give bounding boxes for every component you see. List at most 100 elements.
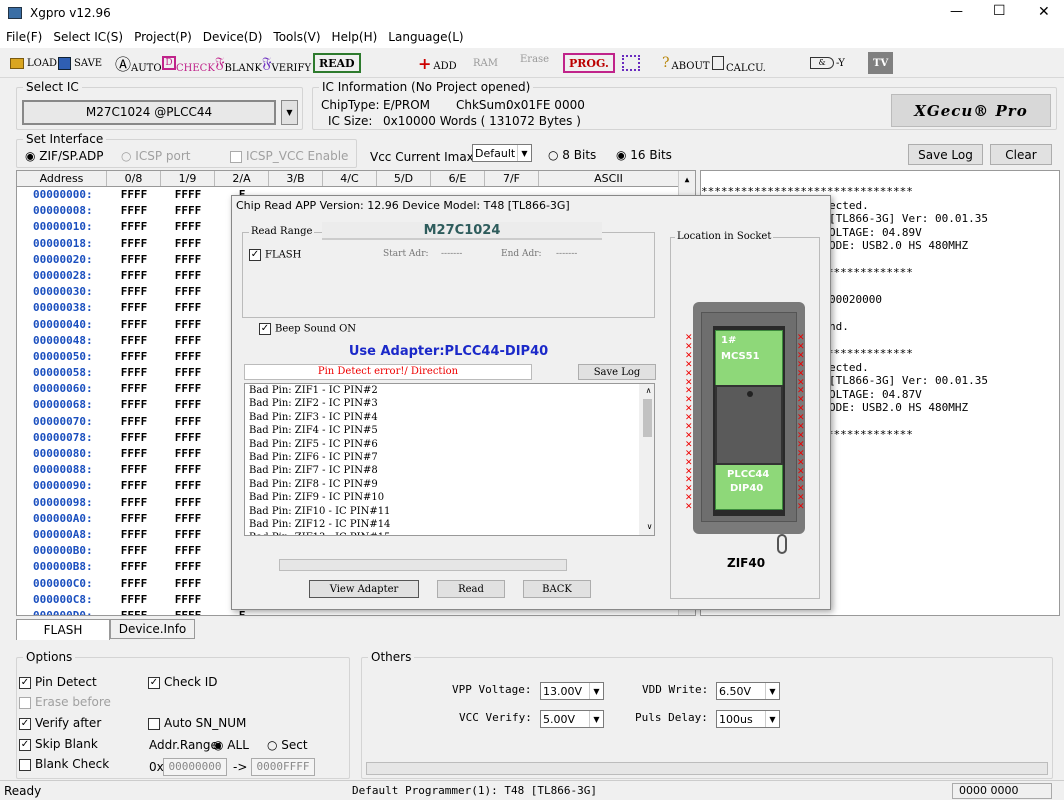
addr-to-input[interactable]: 0000FFFF [251,758,315,776]
data-cell[interactable]: FFFF [107,219,161,235]
save-button[interactable]: SAVE [58,52,102,74]
data-cell[interactable]: FFFF [161,381,215,397]
data-cell[interactable]: FFFF [161,333,215,349]
data-cell[interactable]: FFFF [107,284,161,300]
tab-flash[interactable]: FLASH [16,619,110,640]
select-ic-dropdown-icon[interactable]: ▼ [281,100,298,125]
data-cell[interactable]: FFFF [107,592,161,608]
calcu-button[interactable]: CALCU. [712,52,766,74]
data-cell[interactable]: FFFF [161,478,215,494]
data-cell[interactable]: FFFF [107,462,161,478]
verify-button[interactable]: 𝔉 VERIFY [262,52,311,74]
close-button[interactable]: ✕ [1038,4,1050,20]
data-cell[interactable]: FFFF [107,543,161,559]
beep-checkbox[interactable]: ✓ Beep Sound ON [259,323,356,335]
vdd-write-select[interactable]: 6.50V ▼ [716,682,780,700]
vcc-current-select[interactable]: Default ▼ [472,144,532,162]
data-cell[interactable]: FFFF [107,527,161,543]
data-cell[interactable]: FFFF [161,446,215,462]
back-button[interactable]: BACK [523,580,591,598]
data-cell[interactable]: FFFF [161,576,215,592]
addr-from-input[interactable]: 00000000 [163,758,227,776]
scroll-thumb[interactable] [643,399,652,438]
scroll-down-icon[interactable]: ∨ [641,520,654,533]
tab-device-info[interactable]: Device.Info [110,619,195,639]
data-cell[interactable]: FFFF [107,414,161,430]
data-cell[interactable]: FFFF [161,203,215,219]
data-cell[interactable]: FFFF [161,236,215,252]
data-cell[interactable]: FFFF [161,462,215,478]
maximize-button[interactable]: ☐ [993,3,1006,19]
pin-list-scrollbar[interactable]: ∧ ∨ [639,384,654,535]
data-cell[interactable]: FFFF [107,349,161,365]
pin-detect-checkbox[interactable]: ✓ Pin Detect [19,675,97,689]
data-cell[interactable]: FFFF [161,187,215,203]
view-adapter-button[interactable]: View Adapter [309,580,419,598]
puls-delay-select[interactable]: 100us ▼ [716,710,780,728]
dialog-save-log-button[interactable]: Save Log [578,364,656,380]
menu-help[interactable]: Help(H) [326,28,383,44]
data-cell[interactable]: FFFF [161,300,215,316]
save-log-button[interactable]: Save Log [908,144,983,165]
ram-button[interactable]: RAM [473,52,498,74]
menu-select-ic[interactable]: Select IC(S) [47,28,128,44]
8-bits-radio[interactable]: ○ 8 Bits [548,148,596,162]
menu-file[interactable]: File(F) [0,28,47,44]
data-cell[interactable]: FFFF [107,381,161,397]
menu-tools[interactable]: Tools(V) [267,28,325,44]
data-cell[interactable]: FFFF [107,365,161,381]
bad-pin-list[interactable]: Bad Pin: ZIF1 - IC PIN#2 Bad Pin: ZIF2 - … [244,383,655,536]
data-cell[interactable]: FFFF [107,576,161,592]
data-cell[interactable]: FFFF [107,608,161,615]
data-cell[interactable]: FFFF [161,252,215,268]
erase-before-checkbox[interactable]: Erase before [19,695,111,709]
data-cell[interactable]: FFFF [107,511,161,527]
data-cell[interactable]: FFFF [161,317,215,333]
flash-checkbox[interactable]: ✓ FLASH [249,249,301,261]
data-cell[interactable]: FFFF [107,430,161,446]
data-cell[interactable]: FFFF [161,268,215,284]
data-cell[interactable]: FFFF [161,414,215,430]
blank-check-checkbox[interactable]: Blank Check [19,757,109,771]
blank-button[interactable]: 𝔉 BLANK [215,52,262,74]
add-button[interactable]: + ADD [418,52,457,74]
icsp-radio[interactable]: ○ ICSP port [121,149,190,163]
data-cell[interactable]: FFFF [161,543,215,559]
read-button[interactable]: READ [313,53,361,73]
socket-lever-icon[interactable] [777,534,787,554]
data-cell[interactable]: FFFF [107,317,161,333]
data-cell[interactable]: FFFF [161,349,215,365]
clear-log-button[interactable]: Clear [990,144,1052,165]
data-cell[interactable]: FFFF [107,559,161,575]
menu-language[interactable]: Language(L) [382,28,468,44]
data-cell[interactable]: FFFF [107,446,161,462]
data-cell[interactable]: FFFF [107,495,161,511]
16-bits-radio[interactable]: ◉ 16 Bits [616,148,672,162]
check-button[interactable]: D CHECK [162,52,215,74]
data-cell[interactable]: FFFF [161,365,215,381]
zif-radio[interactable]: ◉ ZIF/SP.ADP [25,149,104,163]
data-cell[interactable]: FFFF [107,300,161,316]
scroll-up-icon[interactable]: ▲ [679,171,695,188]
data-cell[interactable]: FFFF [161,430,215,446]
data-cell[interactable]: FFFF [107,187,161,203]
load-button[interactable]: LOAD [10,52,57,74]
logic-button[interactable]: & -Y [810,52,845,74]
data-cell[interactable]: FFFF [107,203,161,219]
data-cell[interactable]: FFFF [161,592,215,608]
data-cell[interactable]: FFFF [161,219,215,235]
data-cell[interactable]: FFFF [161,608,215,615]
data-cell[interactable]: FFFF [161,527,215,543]
selected-ic-field[interactable]: M27C1024 @PLCC44 [22,100,276,125]
auto-sn-checkbox[interactable]: Auto SN_NUM [148,716,246,730]
about-button[interactable]: ? ABOUT [662,52,710,74]
sect-radio[interactable]: ○ Sect [267,738,308,752]
data-cell[interactable]: FFFF [107,236,161,252]
data-cell[interactable]: FFFF [161,495,215,511]
data-cell[interactable]: FFFF [107,397,161,413]
data-cell[interactable]: FFFF [107,478,161,494]
skip-blank-checkbox[interactable]: ✓ Skip Blank [19,737,98,751]
data-cell[interactable]: FFFF [161,284,215,300]
data-cell[interactable]: FFFF [107,252,161,268]
auto-button[interactable]: Ⓐ AUTO [115,52,162,74]
